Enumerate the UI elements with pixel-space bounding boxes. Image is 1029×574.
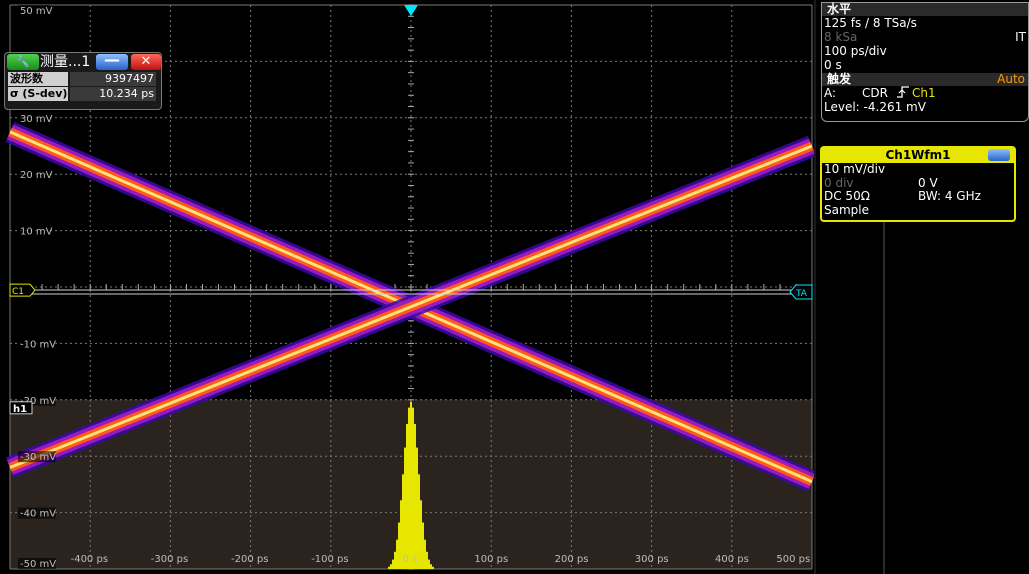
histogram-bin <box>420 500 422 569</box>
histogram-bin <box>432 566 434 569</box>
histogram-bin <box>418 474 420 569</box>
offset-div: 0 div <box>824 175 854 190</box>
histogram-bin <box>396 539 398 569</box>
histogram-bin <box>422 522 424 569</box>
measurement-row: 波形数 9397497 <box>8 72 158 86</box>
y-axis-label: 30 mV <box>20 114 53 125</box>
channel-offset-marker[interactable]: C1 <box>9 283 36 297</box>
waveform-info-panel[interactable]: Ch1Wfm1 10 mV/div 0 div 0 V DC 50Ω BW: 4… <box>820 146 1016 222</box>
trigger-header[interactable]: 触发 Auto <box>822 73 1028 86</box>
channel-marker-label: C1 <box>12 287 24 297</box>
histogram-marker-label: h1 <box>13 404 27 415</box>
histogram-bin <box>428 559 430 569</box>
histogram-bin <box>390 564 392 569</box>
trigger-channel: Ch1 <box>912 86 936 100</box>
histogram-bin <box>398 522 400 569</box>
histogram-bin <box>406 423 408 569</box>
sample-rate: 125 fs / 8 TSa/s <box>824 16 917 30</box>
x-axis-label: 0 s <box>403 554 418 565</box>
histogram-bin <box>414 423 416 569</box>
trigger-mode[interactable]: Auto <box>997 73 1025 86</box>
x-axis-label: 200 ps <box>555 554 589 565</box>
y-axis-label: -30 mV <box>20 452 56 463</box>
minimize-button[interactable] <box>988 149 1010 161</box>
trigger-type: CDR <box>862 86 888 100</box>
measurement-row: σ (S-dev) 10.234 ps <box>8 87 158 101</box>
oscilloscope-screen: 50 mV 30 mV 20 mV 10 mV -10 mV -20 mV -30 mV -4… <box>0 0 1029 574</box>
histogram-bin <box>426 551 428 569</box>
time-scale: 100 ps/div <box>824 44 887 58</box>
measurement-window[interactable]: 🔧 测量...1 — ✕ 波形数 9397497 σ (S-dev) 10.23… <box>4 52 162 110</box>
close-button[interactable]: ✕ <box>131 54 161 70</box>
wrench-icon[interactable]: 🔧 <box>7 54 39 70</box>
x-axis-label: 100 ps <box>474 554 508 565</box>
minimize-button[interactable]: — <box>96 52 128 70</box>
y-axis-label: -50 mV <box>20 559 56 570</box>
coupling: DC 50Ω <box>824 189 870 203</box>
waveform-title: Ch1Wfm1 <box>885 148 951 162</box>
histogram-bin <box>412 407 414 569</box>
x-axis-label: 300 ps <box>635 554 669 565</box>
vertical-scale: 10 mV/div <box>824 162 886 176</box>
trigger-title: 触发 <box>827 72 852 86</box>
y-axis-label: 20 mV <box>20 170 53 181</box>
histogram-marker[interactable]: h1 <box>9 401 33 415</box>
horizontal-trigger-panel[interactable]: 水平 125 fs / 8 TSa/s IT 8 kSa 100 ps/div … <box>821 2 1029 122</box>
histogram-bin <box>392 559 394 569</box>
x-axis-label: -400 ps <box>71 554 108 565</box>
offset-volts: 0 V <box>918 175 938 190</box>
trigger-marker-label: TA <box>795 289 808 299</box>
acquisition-mode: Sample <box>824 202 869 217</box>
histogram-bin <box>408 407 410 569</box>
y-axis-label: -10 mV <box>20 339 56 350</box>
y-axis-label: -40 mV <box>20 509 56 520</box>
horizontal-position: 0 s <box>824 58 842 72</box>
measurement-title: 测量...1 <box>40 54 91 70</box>
bandwidth: BW: 4 GHz <box>918 189 981 203</box>
measurement-label: 波形数 <box>8 72 68 86</box>
trigger-source-label: A: <box>824 86 837 100</box>
measurement-value: 10.234 ps <box>70 87 156 101</box>
histogram-bin <box>404 447 406 569</box>
histogram-bin <box>388 566 390 569</box>
record-length: 8 kSa <box>824 30 858 44</box>
x-axis-label: -100 ps <box>311 554 348 565</box>
horizontal-title: 水平 <box>822 3 1028 16</box>
histogram-bin <box>424 539 426 569</box>
x-axis-label: -300 ps <box>151 554 188 565</box>
x-axis-label: -200 ps <box>231 554 268 565</box>
x-axis-label: 500 ps <box>776 554 810 565</box>
x-axis-label: 400 ps <box>715 554 749 565</box>
measurement-value: 9397497 <box>70 72 156 86</box>
measurement-label: σ (S-dev) <box>8 87 68 101</box>
y-axis-label: 50 mV <box>20 6 53 17</box>
y-axis-label: 10 mV <box>20 227 53 238</box>
trigger-level: Level: -4.261 mV <box>824 100 926 114</box>
histogram-bin <box>410 401 412 569</box>
histogram-bin <box>430 564 432 569</box>
histogram-bin <box>416 447 418 569</box>
histogram-bin <box>394 551 396 569</box>
